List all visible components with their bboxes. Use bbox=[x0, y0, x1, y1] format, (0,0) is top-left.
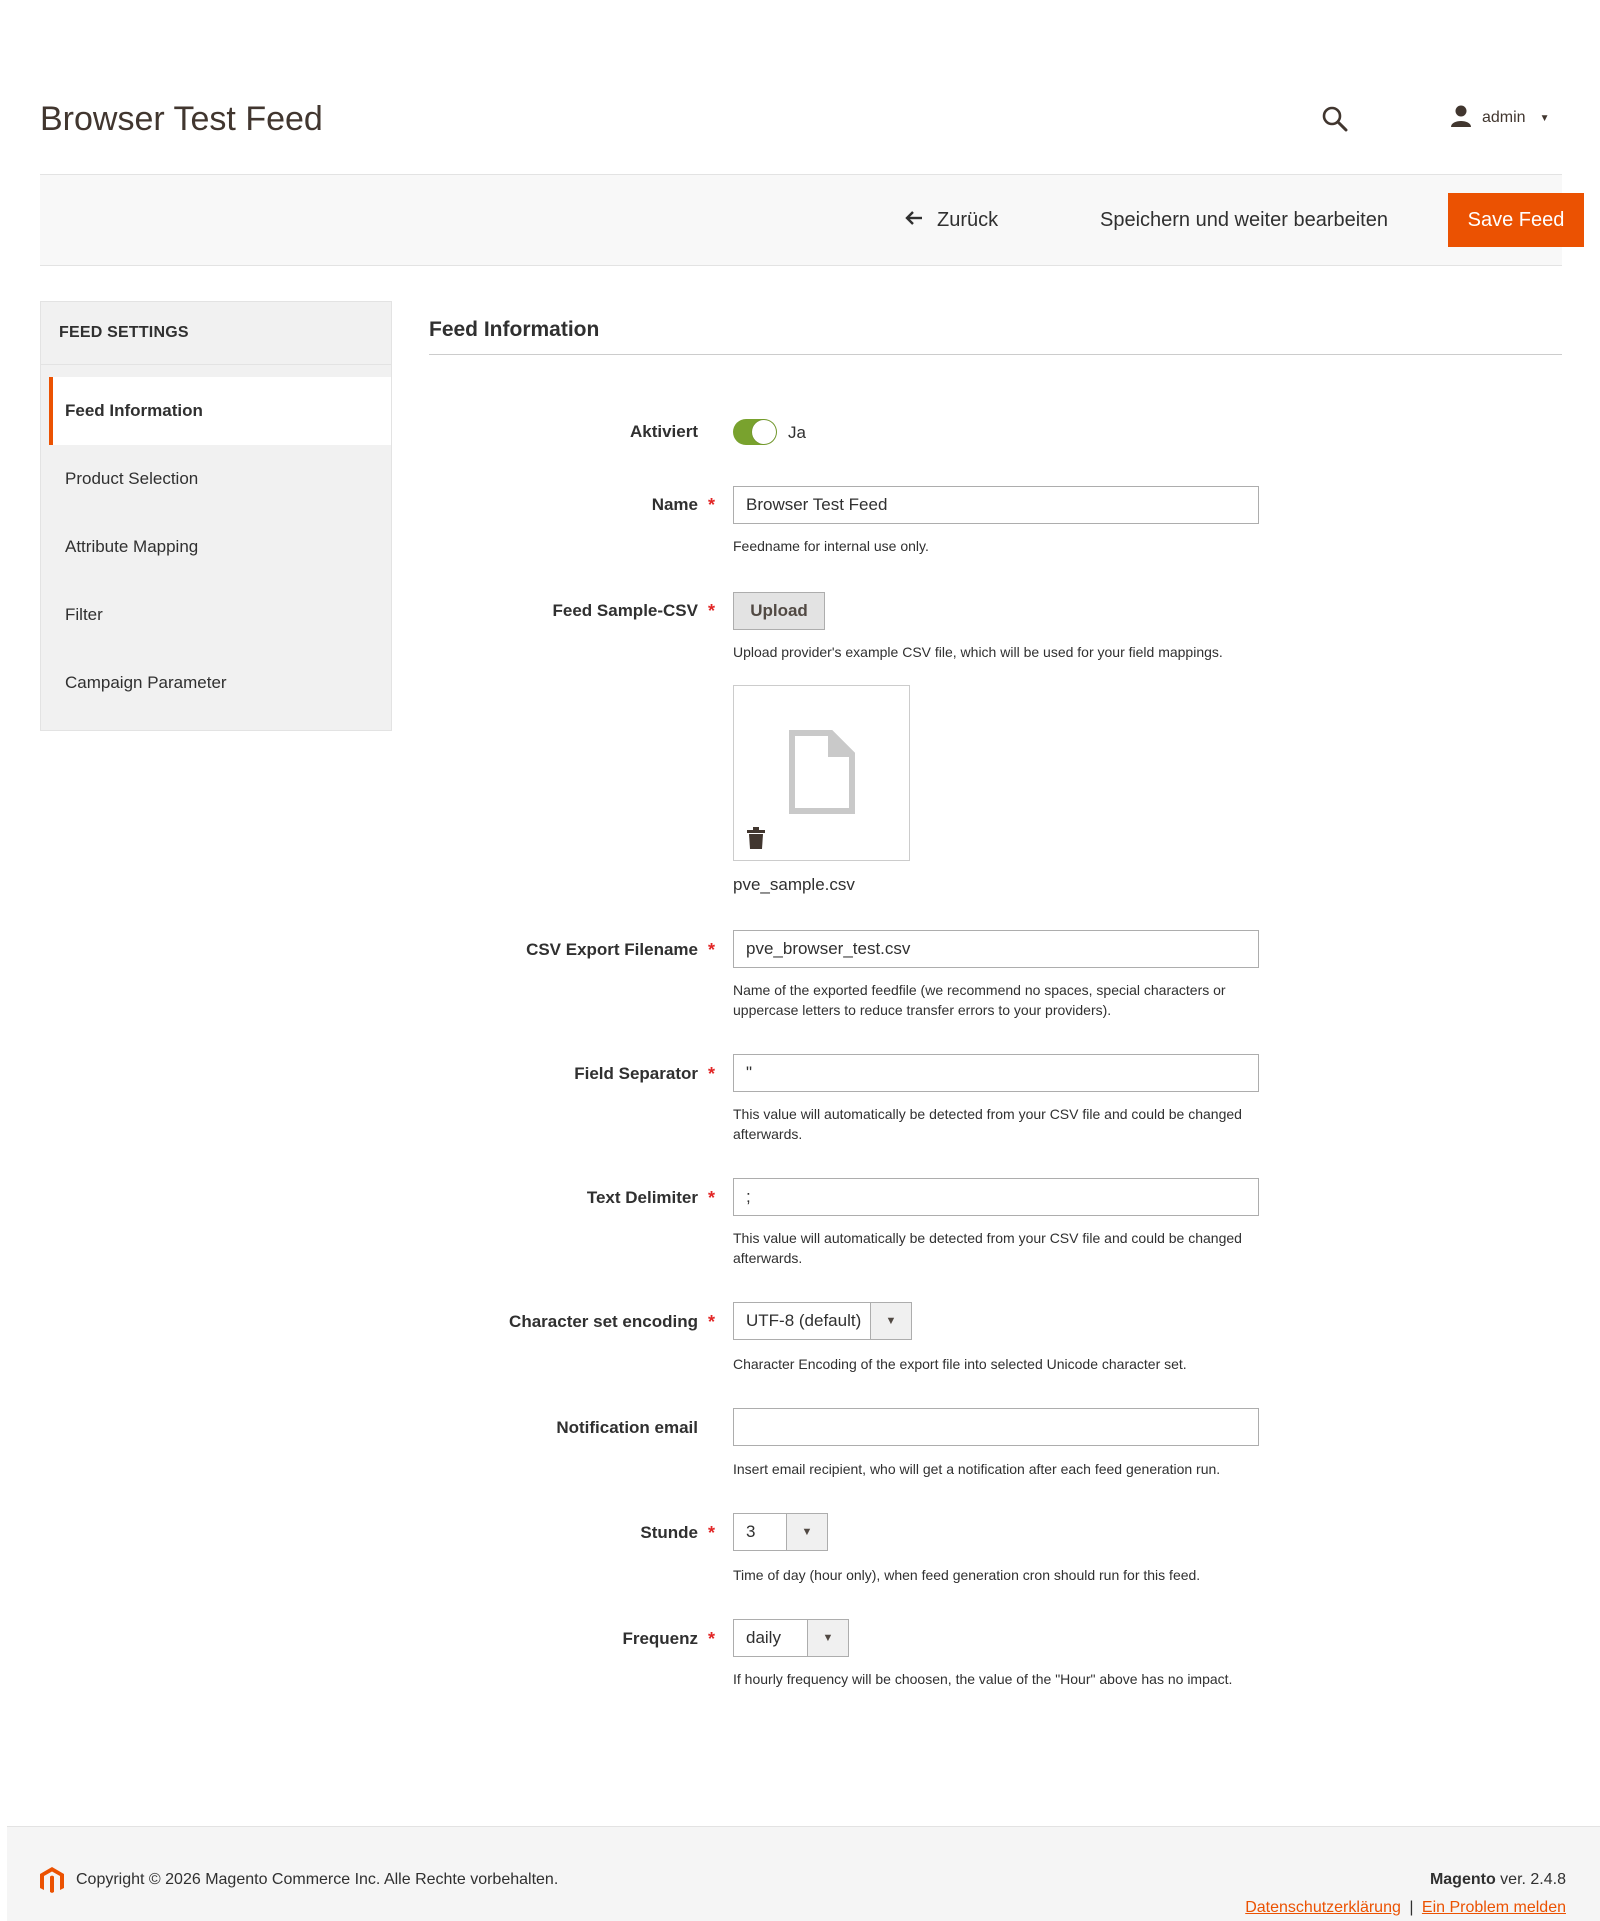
notification-email-field[interactable] bbox=[733, 1408, 1259, 1446]
file-icon bbox=[789, 730, 855, 819]
chevron-down-icon: ▼ bbox=[786, 1514, 827, 1550]
sidebar-item-attribute-mapping[interactable]: Attribute Mapping bbox=[41, 513, 391, 581]
field-separator-field[interactable]: " bbox=[733, 1054, 1259, 1092]
save-feed-button[interactable]: Save Feed bbox=[1448, 193, 1584, 247]
frequency-note: If hourly frequency will be choosen, the… bbox=[733, 1671, 1233, 1687]
required-mark: * bbox=[708, 1064, 716, 1084]
uploaded-file-name: pve_sample.csv bbox=[733, 875, 855, 894]
active-toggle[interactable] bbox=[733, 419, 777, 445]
magento-logo-icon bbox=[40, 1867, 64, 1900]
required-mark: * bbox=[708, 940, 716, 960]
required-mark: * bbox=[708, 1523, 716, 1543]
brand-name: Magento bbox=[1429, 1871, 1496, 1888]
sidebar-item-filter[interactable]: Filter bbox=[41, 581, 391, 649]
section-divider bbox=[429, 354, 1562, 355]
sidebar-heading[interactable]: FEED SETTINGS bbox=[41, 302, 391, 365]
notification-email-label: Notification email bbox=[556, 1418, 698, 1437]
frequency-value: daily bbox=[746, 1628, 781, 1647]
version-number: ver. 2.4.8 bbox=[1500, 1871, 1566, 1888]
sample-csv-label: Feed Sample-CSV bbox=[552, 601, 699, 620]
active-toggle-label: Ja bbox=[788, 423, 806, 442]
trash-icon[interactable] bbox=[747, 827, 765, 854]
link-separator: | bbox=[1409, 1899, 1414, 1916]
text-delimiter-field[interactable]: ; bbox=[733, 1178, 1259, 1216]
page-title: Browser Test Feed bbox=[40, 100, 323, 138]
required-mark: * bbox=[708, 1629, 716, 1649]
export-filename-label: CSV Export Filename bbox=[526, 940, 698, 959]
encoding-label: Character set encoding bbox=[509, 1312, 698, 1331]
copyright-text: Copyright © 2026 Magento Commerce Inc. A… bbox=[76, 1871, 559, 1888]
required-mark: * bbox=[708, 495, 716, 515]
hour-label: Stunde bbox=[640, 1523, 698, 1542]
name-field[interactable]: Browser Test Feed bbox=[733, 486, 1259, 524]
frequency-select[interactable]: daily ▼ bbox=[733, 1619, 849, 1657]
back-button-label: Zurück bbox=[937, 208, 999, 231]
footer-links: Datenschutzerklärung | Ein Problem melde… bbox=[1245, 1899, 1566, 1917]
name-note: Feedname for internal use only. bbox=[733, 538, 929, 554]
sidebar-nav: Feed Information Product Selection Attri… bbox=[41, 377, 391, 717]
privacy-link[interactable]: Datenschutzerklärung bbox=[1245, 1899, 1401, 1916]
toggle-knob bbox=[752, 420, 776, 444]
user-name: admin bbox=[1482, 109, 1526, 126]
text-delimiter-note: This value will automatically be detecte… bbox=[733, 1230, 1242, 1266]
export-filename-note: Name of the exported feedfile (we recomm… bbox=[733, 982, 1226, 1018]
sidebar-item-product-selection[interactable]: Product Selection bbox=[41, 445, 391, 513]
field-separator-label: Field Separator bbox=[574, 1064, 698, 1083]
section-title: Feed Information bbox=[429, 318, 600, 341]
field-separator-note: This value will automatically be detecte… bbox=[733, 1106, 1242, 1142]
chevron-down-icon: ▼ bbox=[1539, 112, 1550, 124]
hour-note: Time of day (hour only), when feed gener… bbox=[733, 1567, 1201, 1583]
report-problem-link[interactable]: Ein Problem melden bbox=[1422, 1899, 1566, 1916]
hour-select[interactable]: 3 ▼ bbox=[733, 1513, 828, 1551]
footer: Copyright © 2026 Magento Commerce Inc. A… bbox=[7, 1826, 1600, 1921]
encoding-select[interactable]: UTF-8 (default) ▼ bbox=[733, 1302, 912, 1340]
hour-value: 3 bbox=[746, 1522, 756, 1541]
page-actions-bar: Zurück Speichern und weiter bearbeiten S… bbox=[40, 174, 1584, 266]
chevron-down-icon: ▼ bbox=[870, 1303, 911, 1339]
text-delimiter-label: Text Delimiter bbox=[586, 1188, 698, 1207]
user-icon bbox=[1450, 105, 1472, 132]
upload-button[interactable]: Upload bbox=[733, 592, 825, 630]
sidebar-item-campaign-parameter[interactable]: Campaign Parameter bbox=[41, 649, 391, 717]
search-icon[interactable] bbox=[1320, 104, 1350, 134]
back-button[interactable]: Zurück bbox=[905, 197, 998, 243]
export-filename-field[interactable]: pve_browser_test.csv bbox=[733, 930, 1259, 968]
file-preview bbox=[733, 685, 910, 861]
encoding-value: UTF-8 (default) bbox=[746, 1311, 862, 1330]
arrow-left-icon bbox=[905, 209, 923, 232]
encoding-note: Character Encoding of the export file in… bbox=[733, 1356, 1187, 1372]
required-mark: * bbox=[708, 1312, 716, 1332]
required-mark: * bbox=[708, 1188, 716, 1208]
version-text: Magento ver. 2.4.8 bbox=[1430, 1871, 1566, 1889]
name-label: Name bbox=[651, 495, 698, 514]
active-label: Aktiviert bbox=[629, 422, 698, 441]
frequency-label: Frequenz bbox=[622, 1629, 698, 1648]
save-and-continue-button[interactable]: Speichern und weiter bearbeiten bbox=[1100, 197, 1388, 243]
chevron-down-icon: ▼ bbox=[807, 1620, 848, 1656]
feed-settings-sidebar: FEED SETTINGS Feed Information Product S… bbox=[40, 301, 392, 731]
admin-user-menu[interactable]: admin ▼ bbox=[1450, 104, 1549, 132]
required-mark: * bbox=[708, 601, 716, 621]
sample-csv-note: Upload provider's example CSV file, whic… bbox=[733, 644, 1223, 660]
notification-email-note: Insert email recipient, who will get a n… bbox=[733, 1461, 1221, 1477]
sidebar-item-feed-information[interactable]: Feed Information bbox=[49, 377, 391, 445]
